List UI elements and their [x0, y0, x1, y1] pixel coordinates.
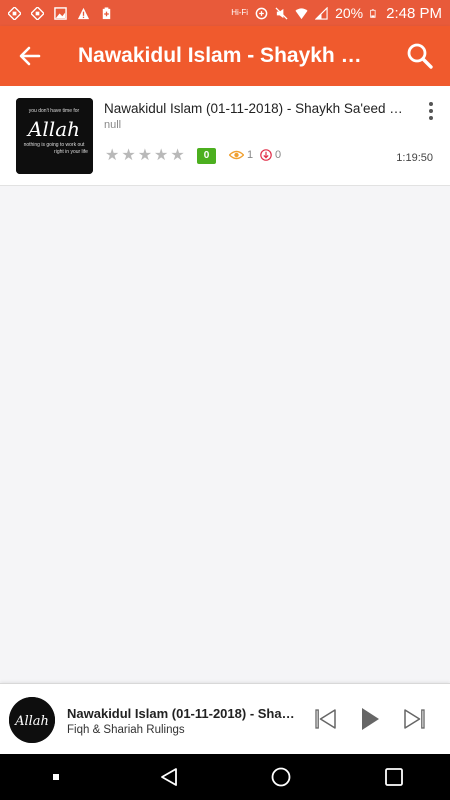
more-vert-dot: [429, 116, 433, 120]
player-artwork: Allah: [9, 697, 55, 743]
mini-player[interactable]: Allah Nawakidul Islam (01-11-2018) - Sha…: [0, 683, 450, 754]
play-button[interactable]: [355, 704, 385, 734]
search-icon: [407, 43, 433, 69]
nav-home-button[interactable]: [251, 754, 311, 800]
recent-apps-dot-button[interactable]: [26, 754, 86, 800]
more-options-button[interactable]: [424, 100, 438, 122]
views-count: 1: [229, 149, 253, 161]
download-icon: [260, 149, 272, 161]
search-button[interactable]: [390, 26, 450, 86]
home-circle-icon: [271, 767, 291, 787]
app-notification-icon: [31, 6, 44, 20]
thumb-line3: right in your life: [54, 149, 88, 155]
star-icon[interactable]: ★: [170, 148, 184, 164]
thumb-word: Allah: [26, 117, 80, 141]
thumb-line2: nothing is going to work out: [24, 142, 85, 148]
wifi-icon: [295, 7, 308, 19]
item-subtitle: null: [104, 119, 122, 131]
thumb-line1: you don't have time for: [29, 108, 80, 114]
skip-previous-button[interactable]: [311, 704, 341, 734]
views-value: 1: [247, 149, 254, 161]
star-icon[interactable]: ★: [121, 148, 135, 164]
status-bar: Hi-Fi 20% 2:48 PM: [0, 0, 450, 26]
item-title: Nawakidul Islam (01-11-2018) - Shaykh Sa…: [104, 101, 404, 116]
player-title: Nawakidul Islam (01-11-2018) - Shaykh Sa…: [67, 706, 297, 721]
system-nav-bar: [0, 754, 450, 800]
image-icon: [54, 6, 67, 20]
nav-overview-button[interactable]: [364, 754, 424, 800]
overview-square-icon: [384, 768, 403, 786]
play-icon: [362, 708, 379, 730]
mute-icon: [275, 6, 288, 20]
downloads-count: 0: [260, 149, 281, 161]
thumbnail: you don't have time for Allah nothing is…: [16, 98, 93, 174]
warning-icon: [77, 7, 90, 19]
more-vert-dot: [429, 109, 433, 113]
back-triangle-icon: [160, 768, 177, 786]
signal-icon: [315, 6, 328, 20]
hifi-icon: Hi-Fi: [231, 8, 249, 17]
player-subtitle: Fiqh & Shariah Rulings: [67, 724, 185, 736]
battery-plus-icon: [102, 6, 111, 19]
duration: 1:19:50: [396, 152, 433, 164]
data-saver-icon: [255, 7, 268, 19]
status-left-icons: [8, 6, 113, 20]
list-item[interactable]: you don't have time for Allah nothing is…: [0, 86, 450, 186]
rating-stars[interactable]: ★ ★ ★ ★ ★: [105, 148, 185, 164]
skip-previous-icon: [315, 709, 336, 729]
nav-back-button[interactable]: [139, 754, 199, 800]
app-bar: Nawakidul Islam - Shaykh Sa'eed: [0, 26, 450, 86]
skip-next-icon: [404, 709, 425, 729]
skip-next-button[interactable]: [399, 704, 429, 734]
page-title: Nawakidul Islam - Shaykh Sa'eed: [78, 44, 390, 67]
star-icon[interactable]: ★: [105, 148, 119, 164]
more-vert-icon: [429, 102, 433, 106]
player-art-word: Allah: [14, 714, 49, 729]
star-icon[interactable]: ★: [138, 148, 152, 164]
clock: 2:48 PM: [386, 4, 442, 22]
battery-icon: [370, 8, 376, 18]
recent-apps-dot-icon: [53, 774, 60, 780]
battery-text: 20%: [335, 5, 364, 21]
count-badge: 0: [197, 148, 216, 164]
status-right-icons: Hi-Fi 20% 2:48 PM: [231, 5, 442, 22]
star-icon[interactable]: ★: [154, 148, 168, 164]
downloads-value: 0: [275, 149, 282, 161]
thumbnail-art: you don't have time for Allah nothing is…: [16, 98, 93, 174]
player-art-image: Allah: [9, 697, 55, 743]
back-button[interactable]: [0, 26, 60, 86]
lecture-list: you don't have time for Allah nothing is…: [0, 86, 450, 186]
arrow-left-icon: [19, 46, 41, 66]
app-notification-icon: [8, 6, 21, 20]
eye-icon: [229, 150, 244, 160]
